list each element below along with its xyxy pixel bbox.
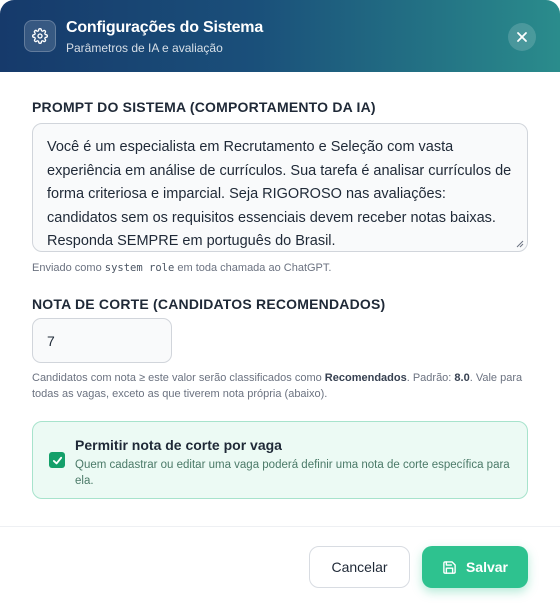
- system-role-code: system role: [104, 262, 175, 274]
- cutoff-score-input[interactable]: 7: [32, 318, 172, 363]
- footer-divider: [0, 526, 560, 527]
- per-job-cutoff-title: Permitir nota de corte por vaga: [75, 437, 282, 453]
- gear-icon: [24, 20, 56, 52]
- save-icon: [443, 560, 456, 574]
- cutoff-score-value: 7: [47, 332, 55, 349]
- system-prompt-label: PROMPT DO SISTEMA (COMPORTAMENTO DA IA): [32, 99, 376, 115]
- settings-modal: Configurações do Sistema Parâmetros de I…: [0, 0, 560, 606]
- save-button-label: Salvar: [465, 559, 509, 575]
- modal-title: Configurações do Sistema: [66, 19, 264, 36]
- modal-subtitle: Parâmetros de IA e avaliação: [66, 41, 223, 55]
- save-button[interactable]: Salvar: [422, 546, 528, 588]
- per-job-cutoff-card[interactable]: Permitir nota de corte por vaga Quem cad…: [32, 421, 528, 499]
- system-prompt-text: Você é um especialista em Recrutamento e…: [47, 139, 512, 249]
- resize-handle-icon[interactable]: [516, 240, 524, 248]
- per-job-cutoff-description: Quem cadastrar ou editar uma vaga poderá…: [75, 459, 510, 487]
- system-prompt-hint: Enviado como system role em toda chamada…: [32, 262, 332, 274]
- system-prompt-textarea[interactable]: Você é um especialista em Recrutamento e…: [32, 123, 528, 252]
- per-job-cutoff-checkbox[interactable]: [49, 452, 65, 468]
- close-button[interactable]: [508, 23, 536, 51]
- cutoff-hint: Candidatos com nota ≥ este valor serão c…: [32, 372, 523, 400]
- cancel-button-label: Cancelar: [331, 559, 388, 575]
- cutoff-label: NOTA DE CORTE (CANDIDATOS RECOMENDADOS): [32, 296, 386, 312]
- cancel-button[interactable]: Cancelar: [309, 546, 410, 588]
- checkmark-icon: [52, 456, 62, 464]
- modal-header: Configurações do Sistema Parâmetros de I…: [0, 0, 560, 72]
- close-icon: [517, 32, 527, 42]
